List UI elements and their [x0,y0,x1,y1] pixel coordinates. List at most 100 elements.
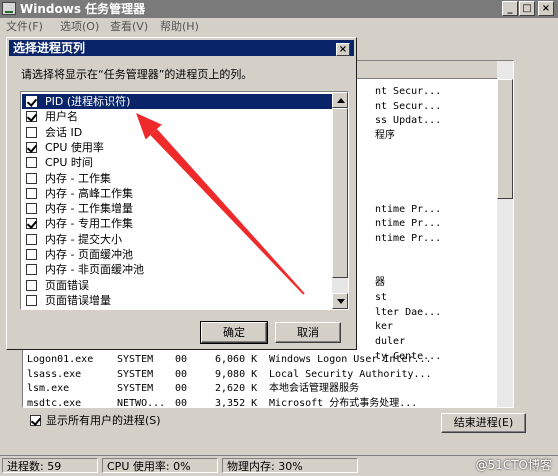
end-process-button[interactable]: 结束进程(E) [441,413,526,433]
column-label: 页面错误 [45,278,89,292]
column-option[interactable]: 页面错误增量 [22,293,333,308]
process-user-cell: SYSTEM [117,368,154,380]
column-option[interactable]: 内存 - 页面缓冲池 [22,247,333,262]
column-option[interactable]: 内存 - 非页面缓冲池 [22,262,333,277]
column-list-scrollbar[interactable] [332,92,348,309]
dialog-prompt: 请选择将显示在“任务管理器”的进程页上的列。 [21,68,253,81]
column-label: 内存 - 高峰工作集 [45,186,133,200]
table-row[interactable]: lsm.exe SYSTEM 00 2,620 K 本地会话管理器服务 [23,382,493,396]
column-checkbox[interactable] [26,264,37,276]
status-physical-memory: 物理内存: 30% [222,458,358,473]
process-desc-fragment: ntime Pr... [375,218,442,230]
process-desc-fragment: lter Dae... [375,306,442,318]
menu-help[interactable]: 帮助(H) [160,18,199,36]
process-desc-cell: Windows Logon User Inter... [269,354,432,365]
process-desc-fragment: nt Secur... [375,100,442,112]
process-desc-fragment: ss Updat... [375,115,442,127]
process-user-cell: NETWO... [117,397,166,408]
column-option[interactable]: CPU 使用率 [22,140,333,155]
dialog-close-button[interactable]: × [336,43,350,56]
status-process-count: 进程数: 59 [2,458,98,473]
menu-options[interactable]: 选项(O) [60,18,99,36]
column-checkbox[interactable] [26,249,37,260]
process-desc-fragment: 程序 [375,130,395,142]
process-mem-cell: 2,620 K [215,383,258,394]
column-checkbox[interactable] [26,111,37,123]
process-user-cell: SYSTEM [117,354,154,365]
minimize-button[interactable]: _ [502,1,518,16]
maximize-button[interactable]: □ [519,1,535,16]
table-row[interactable]: lsass.exe SYSTEM 00 9,080 K Local Security A… [23,368,493,382]
column-option[interactable]: 内存 - 工作集 [22,171,333,186]
show-all-users-checkbox[interactable] [30,415,41,426]
process-user-cell: SYSTEM [117,383,154,394]
process-mem-cell: 3,352 K [215,397,258,408]
column-label: PID (进程标识符) [43,94,133,109]
table-row[interactable]: msdtc.exe NETWO... 00 3,352 K Microsoft 分布式事… [23,397,493,408]
taskmgr-titlebar: Windows 任务管理器 _ □ × [0,0,558,18]
taskmgr-title: Windows 任务管理器 [20,2,146,16]
select-columns-dialog: 选择进程页列 × 请选择将显示在“任务管理器”的进程页上的列。 PID (进程标… [6,37,357,350]
column-label: 内存 - 页面缓冲池 [45,248,133,261]
process-cpu-cell: 00 [175,397,188,408]
column-label: 内存 - 提交大小 [45,232,122,246]
column-checklist[interactable]: PID (进程标识符) 用户名 会话 ID CPU 使用率 CPU 时间 内存 - 工作集… [20,91,349,310]
process-list-scroll-thumb[interactable] [497,79,513,199]
column-checkbox[interactable] [26,157,37,169]
column-label: 内存 - 非页面缓冲池 [45,263,144,277]
column-checkbox[interactable] [26,218,37,230]
process-desc-fragment: 器 [375,277,385,289]
column-checkbox[interactable] [26,141,37,153]
menu-view[interactable]: 查看(V) [110,18,148,36]
column-option[interactable]: 内存 - 高峰工作集 [22,186,333,201]
column-label: 会话 ID [45,125,83,139]
column-option[interactable]: PID (进程标识符) [22,94,333,109]
column-option[interactable]: CPU 时间 [22,155,333,170]
scroll-up-arrow-icon[interactable] [332,92,348,108]
cancel-button[interactable]: 取消 [275,322,341,343]
process-name-cell: lsass.exe [27,368,82,380]
column-option[interactable]: 内存 - 提交大小 [22,232,333,247]
column-option[interactable]: 用户名 [22,109,333,124]
column-label: 内存 - 工作集 [45,171,111,185]
column-checkbox[interactable] [26,172,37,184]
process-cpu-cell: 00 [175,368,188,380]
taskmgr-app-icon [2,2,16,15]
process-mem-cell: 6,060 K [215,354,258,365]
watermark: @51CTO博客 [475,458,552,472]
column-option[interactable]: 内存 - 工作集增量 [22,201,333,216]
dialog-titlebar: 选择进程页列 × [9,40,354,56]
column-option[interactable]: 内存 - 专用工作集 [22,216,333,231]
dialog-title: 选择进程页列 [13,41,86,55]
column-checkbox[interactable] [26,233,37,245]
column-checkbox[interactable] [26,279,37,291]
close-button[interactable]: × [538,1,554,16]
show-all-users-label: 显示所有用户的进程(S) [46,414,161,427]
process-desc-cell: Microsoft 分布式事务处理... [269,397,418,408]
column-checkbox[interactable] [26,96,37,107]
process-desc-fragment: st [375,291,388,303]
ok-button[interactable]: 确定 [200,321,268,344]
column-label: CPU 使用率 [45,140,104,154]
column-checkbox[interactable] [26,203,37,215]
scroll-down-arrow-icon[interactable] [332,293,348,309]
column-checkbox[interactable] [26,187,37,199]
column-label: 用户名 [45,110,78,124]
column-label: 页面错误增量 [45,293,111,307]
process-mem-cell: 9,080 K [215,368,258,380]
column-list-scroll-thumb[interactable] [332,108,348,278]
table-row[interactable]: Logon01.exe SYSTEM 00 6,060 K Windows Logon … [23,353,493,367]
menu-file[interactable]: 文件(F) [6,18,43,36]
process-desc-cell: 本地会话管理器服务 [269,383,359,394]
column-label: 内存 - 专用工作集 [45,217,133,231]
column-checkbox[interactable] [26,126,37,138]
process-name-cell: Logon01.exe [27,354,94,365]
column-option[interactable]: 会话 ID [22,125,333,140]
process-cpu-cell: 00 [175,383,188,394]
process-list-scrollbar[interactable] [497,61,513,407]
column-checkbox[interactable] [26,294,37,306]
process-desc-fragment: duler [375,335,406,347]
process-desc-fragment: nt Secur... [375,86,442,97]
column-option[interactable]: 页面错误 [22,278,333,293]
status-bar: 进程数: 59 CPU 使用率: 0% 物理内存: 30% [0,455,558,476]
